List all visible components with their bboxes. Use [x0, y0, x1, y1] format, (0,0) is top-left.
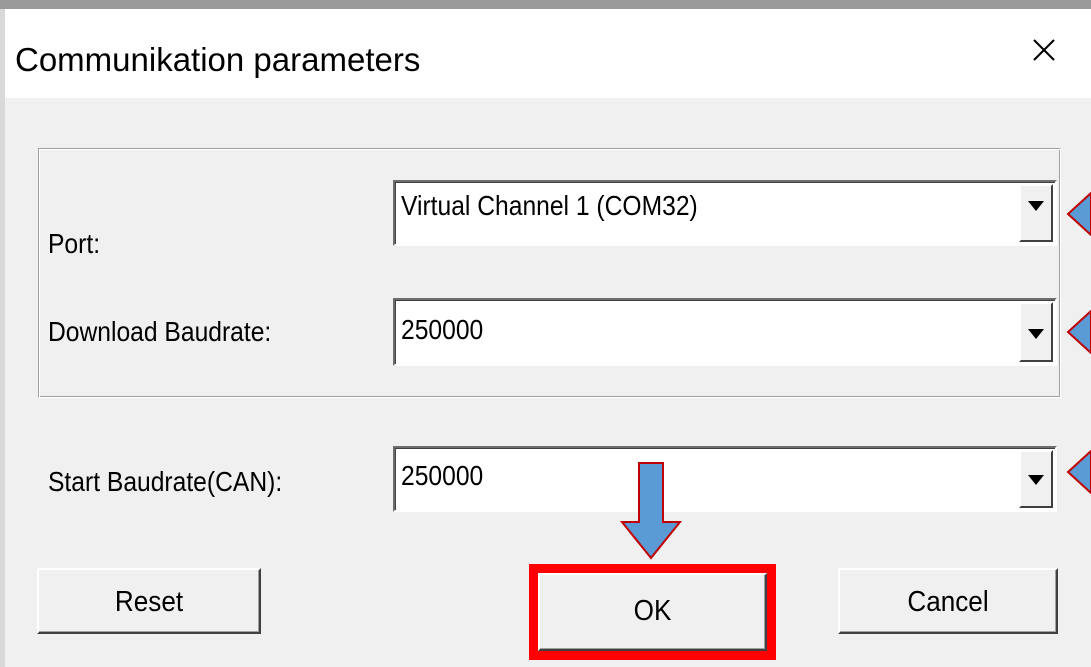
- download-baudrate-dropdown[interactable]: 250000: [393, 298, 1057, 366]
- cancel-button-label: Cancel: [907, 586, 989, 618]
- window-top-edge: [0, 0, 1091, 9]
- reset-button[interactable]: Reset: [37, 568, 261, 634]
- dropdown-arrow-icon: [1028, 329, 1044, 339]
- close-icon[interactable]: [1022, 28, 1066, 72]
- down-arrow-annotation: [620, 462, 682, 560]
- start-baudrate-marker-annotation: [1066, 450, 1091, 494]
- start-baudrate-dropdown[interactable]: 250000: [393, 446, 1057, 512]
- port-label: Port:: [48, 228, 101, 259]
- window-left-edge: [0, 9, 5, 667]
- dialog-title: Communikation parameters: [15, 41, 421, 78]
- download-baudrate-value: 250000: [401, 314, 484, 345]
- reset-button-label: Reset: [114, 586, 184, 618]
- port-dropdown-button[interactable]: [1019, 184, 1053, 242]
- ok-highlight-box: [529, 564, 776, 660]
- download-baudrate-marker-annotation: [1066, 310, 1091, 354]
- download-baudrate-label: Download Baudrate:: [48, 316, 272, 347]
- start-baudrate-dropdown-button[interactable]: [1019, 450, 1053, 508]
- title-bar: Communikation parameters: [5, 9, 1091, 98]
- port-value: Virtual Channel 1 (COM32): [401, 190, 698, 221]
- start-baudrate-value: 250000: [401, 460, 484, 491]
- download-baudrate-dropdown-button[interactable]: [1019, 302, 1053, 362]
- port-marker-annotation: [1066, 192, 1091, 236]
- dropdown-arrow-icon: [1028, 475, 1044, 485]
- port-dropdown[interactable]: Virtual Channel 1 (COM32): [393, 180, 1057, 246]
- cancel-button[interactable]: Cancel: [838, 568, 1058, 634]
- start-baudrate-label: Start Baudrate(CAN):: [48, 466, 283, 497]
- dropdown-arrow-icon: [1028, 201, 1044, 211]
